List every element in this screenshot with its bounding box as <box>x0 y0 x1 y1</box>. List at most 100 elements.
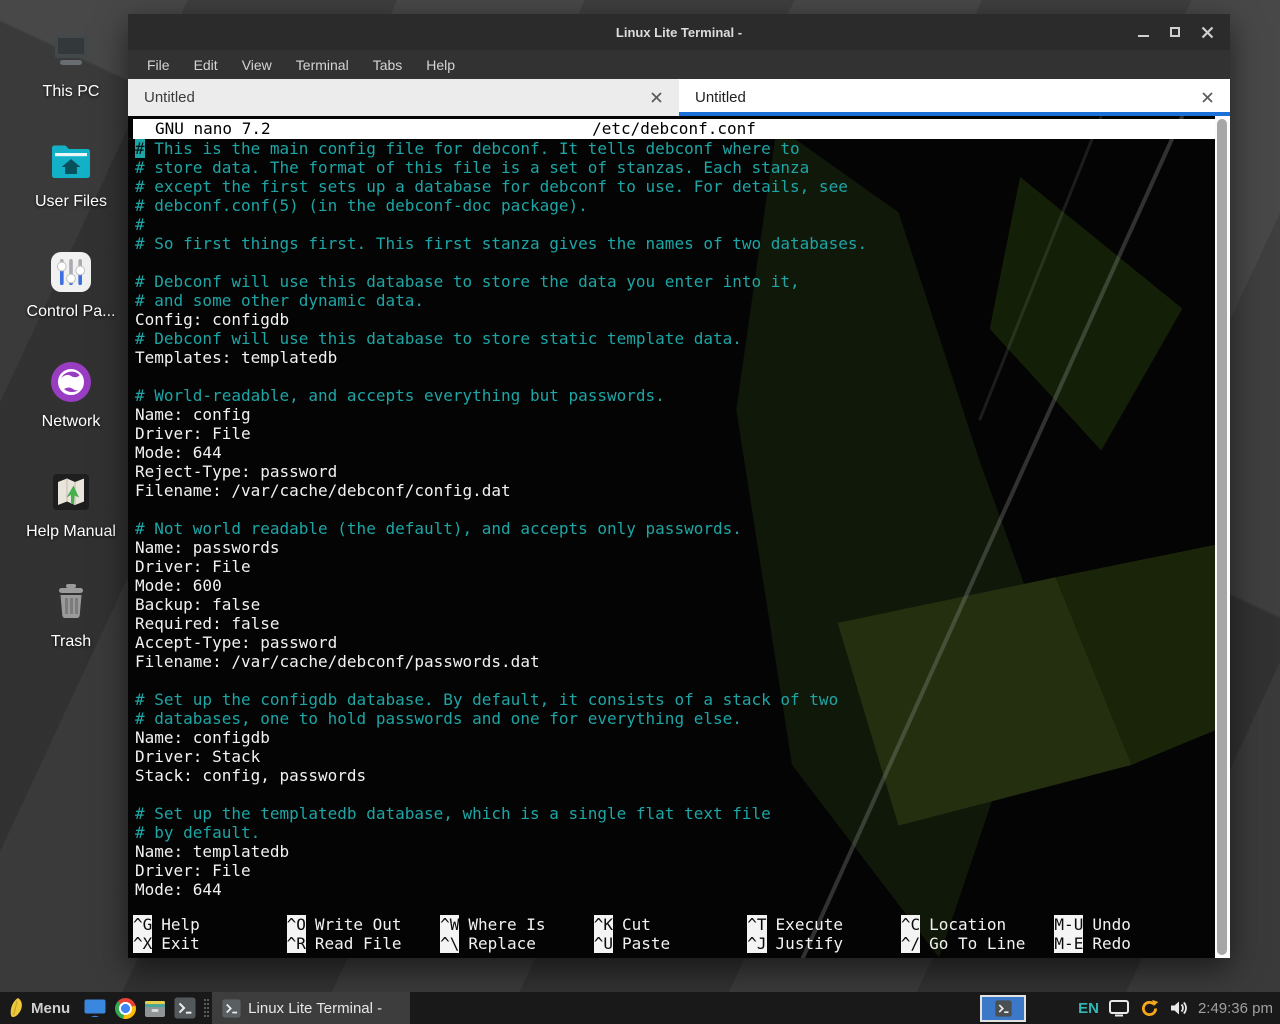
trash-can-icon <box>47 578 95 626</box>
archive-box-icon <box>144 998 166 1018</box>
terminal-line: # Set up the configdb database. By defau… <box>135 690 1208 709</box>
terminal-line: Stack: config, passwords <box>135 766 1208 785</box>
editor-text-area[interactable]: # This is the main config file for debco… <box>135 139 1208 899</box>
terminal-line: # Set up the templatedb database, which … <box>135 804 1208 823</box>
blue-display-icon <box>84 999 106 1018</box>
nano-shortcut: ^TExecute <box>747 915 901 934</box>
terminal-line: Name: templatedb <box>135 842 1208 861</box>
close-button[interactable] <box>1200 25 1214 39</box>
start-menu-button[interactable]: Menu <box>0 992 80 1024</box>
terminal-line: # Not world readable (the default), and … <box>135 519 1208 538</box>
taskbar-window-button[interactable]: Linux Lite Terminal - <box>212 992 410 1024</box>
terminal-line <box>135 500 1208 519</box>
scrollbar-thumb[interactable] <box>1217 119 1227 955</box>
close-icon <box>1201 26 1214 39</box>
system-tray: EN 2:49:36 pm <box>1078 998 1280 1019</box>
desktop-icon-label: Network <box>42 413 101 431</box>
menu-item-terminal[interactable]: Terminal <box>296 57 349 73</box>
chrome-icon <box>115 998 136 1019</box>
terminal-line: Mode: 644 <box>135 880 1208 899</box>
panel-drag-handle[interactable] <box>200 992 212 1024</box>
desktop-icon-help-manual[interactable]: Help Manual <box>15 468 127 548</box>
globe-icon <box>47 358 95 406</box>
desktop-icon-label: Control Pa... <box>27 303 116 321</box>
desktop-icon-label: This PC <box>43 83 100 101</box>
terminal-line: # This is the main config file for debco… <box>135 139 1208 158</box>
terminal-line: Mode: 600 <box>135 576 1208 595</box>
menu-item-edit[interactable]: Edit <box>194 57 218 73</box>
terminal-line: # <box>135 215 1208 234</box>
tab-close-icon[interactable] <box>1201 91 1214 104</box>
nano-shortcut: ^UPaste <box>594 934 748 953</box>
desktop-icon-this-pc[interactable]: This PC <box>15 28 127 108</box>
terminal-line: # Debconf will use this database to stor… <box>135 329 1208 348</box>
desktop-icon-user-files[interactable]: User Files <box>15 138 127 218</box>
nano-shortcut: ^JJustify <box>747 934 901 953</box>
launcher-archive-manager[interactable] <box>140 992 170 1024</box>
terminal-line <box>135 253 1208 272</box>
launcher-desktop-settings[interactable] <box>80 992 110 1024</box>
desktop-icon-control-panel[interactable]: Control Pa... <box>15 248 127 328</box>
window-titlebar[interactable]: Linux Lite Terminal - <box>128 14 1230 50</box>
desktop-icon-trash[interactable]: Trash <box>15 578 127 658</box>
taskbar: Menu <box>0 992 1280 1024</box>
menu-item-view[interactable]: View <box>242 57 272 73</box>
terminal-line: Driver: File <box>135 557 1208 576</box>
desktop: This PC User Files <box>0 0 1280 1024</box>
terminal-view[interactable]: GNU nano 7.2 /etc/debconf.conf # This is… <box>128 116 1230 958</box>
terminal-line: # except the first sets up a database fo… <box>135 177 1208 196</box>
desktop-icon-network[interactable]: Network <box>15 358 127 438</box>
nano-shortcut: ^XExit <box>133 934 287 953</box>
terminal-line: # and some other dynamic data. <box>135 291 1208 310</box>
tab-bar: Untitled Untitled <box>128 79 1230 116</box>
terminal-line: # databases, one to hold passwords and o… <box>135 709 1208 728</box>
maximize-button[interactable] <box>1168 25 1182 39</box>
desktop-icon-column: This PC User Files <box>15 28 127 658</box>
minimize-button[interactable] <box>1136 25 1150 39</box>
nano-titlebar: GNU nano 7.2 /etc/debconf.conf <box>133 119 1215 139</box>
minimize-icon <box>1138 35 1149 37</box>
nano-shortcut-row-1: ^GHelp^OWrite Out^WWhere Is^KCut^TExecut… <box>133 915 1208 934</box>
desktop-icon-label: Help Manual <box>26 523 116 541</box>
display-tray-icon[interactable] <box>1109 1000 1129 1017</box>
nano-shortcut: M-ERedo <box>1054 934 1208 953</box>
launcher-chrome[interactable] <box>110 992 140 1024</box>
nano-shortcut: M-UUndo <box>1054 915 1208 934</box>
menu-item-help[interactable]: Help <box>426 57 455 73</box>
workspace-pager[interactable] <box>980 995 1026 1022</box>
maximize-icon <box>1170 27 1180 37</box>
terminal-line: Required: false <box>135 614 1208 633</box>
terminal-line: # Debconf will use this database to stor… <box>135 272 1208 291</box>
keyboard-layout-indicator[interactable]: EN <box>1078 1000 1099 1017</box>
tab-untitled-2[interactable]: Untitled <box>679 79 1230 116</box>
update-notifier-icon[interactable] <box>1139 998 1160 1019</box>
tab-label: Untitled <box>144 89 195 106</box>
terminal-line: Name: config <box>135 405 1208 424</box>
terminal-icon <box>995 1000 1012 1017</box>
nano-shortcut-bar: ^GHelp^OWrite Out^WWhere Is^KCut^TExecut… <box>133 915 1208 953</box>
tab-untitled-1[interactable]: Untitled <box>128 79 679 116</box>
terminal-icon <box>222 999 241 1018</box>
menu-item-tabs[interactable]: Tabs <box>373 57 403 73</box>
terminal-line: Driver: File <box>135 861 1208 880</box>
terminal-line: Reject-Type: password <box>135 462 1208 481</box>
clock[interactable]: 2:49:36 pm <box>1198 1000 1273 1017</box>
launcher-terminal[interactable] <box>170 992 200 1024</box>
desktop-icon-label: Trash <box>51 633 91 651</box>
terminal-icon <box>174 997 196 1019</box>
terminal-line: Accept-Type: password <box>135 633 1208 652</box>
terminal-line: Backup: false <box>135 595 1208 614</box>
text-cursor: # <box>135 139 145 158</box>
terminal-line: Filename: /var/cache/debconf/passwords.d… <box>135 652 1208 671</box>
terminal-scrollbar[interactable] <box>1215 116 1230 958</box>
nano-shortcut: ^RRead File <box>287 934 441 953</box>
terminal-line: Driver: Stack <box>135 747 1208 766</box>
volume-icon[interactable] <box>1170 1000 1188 1016</box>
window-title: Linux Lite Terminal - <box>128 25 1230 40</box>
nano-shortcut: ^WWhere Is <box>440 915 594 934</box>
terminal-line: Templates: templatedb <box>135 348 1208 367</box>
menu-item-file[interactable]: File <box>147 57 170 73</box>
tab-close-icon[interactable] <box>650 91 663 104</box>
terminal-line: # store data. The format of this file is… <box>135 158 1208 177</box>
terminal-line: # debconf.conf(5) (in the debconf-doc pa… <box>135 196 1208 215</box>
